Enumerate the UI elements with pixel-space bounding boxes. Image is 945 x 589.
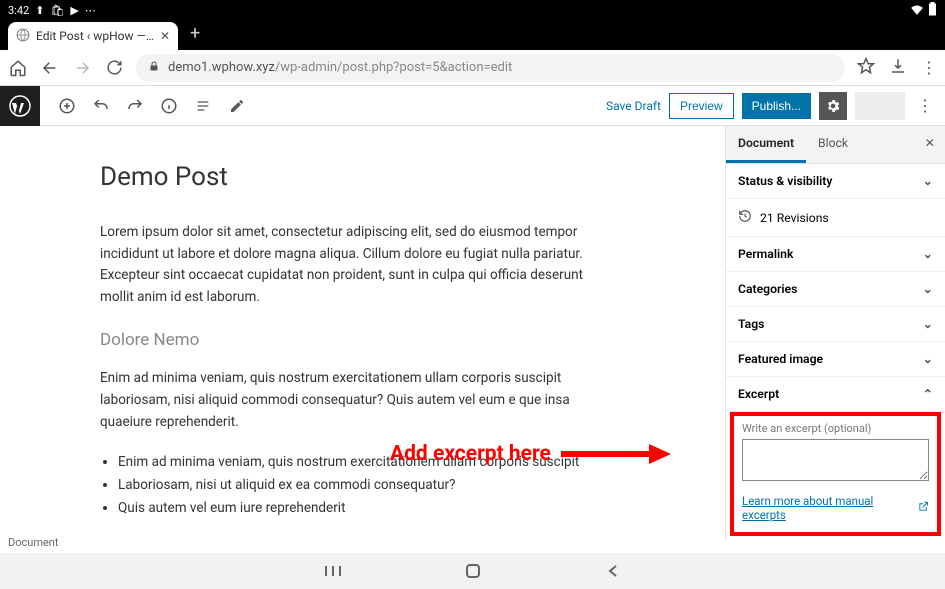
home-icon[interactable]: [8, 58, 28, 78]
kebab-icon[interactable]: ⋮: [921, 58, 937, 77]
back-button[interactable]: [603, 561, 623, 581]
list-block[interactable]: Enim ad minima veniam, quis nostrum exer…: [118, 451, 638, 520]
wp-editor-toolbar: Save Draft Preview Publish... ⋮: [0, 86, 945, 126]
reload-icon[interactable]: [104, 58, 124, 78]
home-button[interactable]: [463, 561, 483, 581]
excerpt-help-link[interactable]: Learn more about manual excerpts: [742, 494, 929, 522]
publish-button[interactable]: Publish...: [742, 93, 811, 119]
revisions-row[interactable]: 21 Revisions: [726, 199, 945, 237]
star-icon[interactable]: [857, 57, 875, 79]
settings-button[interactable]: [819, 92, 847, 120]
post-title[interactable]: Demo Post: [100, 162, 725, 192]
url-text: demo1.wphow.xyz/wp-admin/post.php?post=5…: [168, 60, 512, 75]
add-block-icon[interactable]: [58, 97, 76, 115]
panel-permalink[interactable]: Permalink⌄: [726, 237, 945, 272]
redo-icon[interactable]: [126, 97, 144, 115]
history-icon: [738, 209, 752, 226]
breadcrumb-status[interactable]: Document: [8, 536, 58, 549]
save-draft-button[interactable]: Save Draft: [606, 99, 661, 113]
new-tab-button[interactable]: +: [190, 23, 200, 44]
settings-sidebar: Document Block ✕ Status & visibility ⌄ 2…: [725, 126, 945, 541]
chevron-down-icon: ⌄: [923, 174, 933, 188]
list-item[interactable]: Enim ad minima veniam, quis nostrum exer…: [118, 451, 638, 474]
android-status-bar: 3:42 ⬆ 🛍 ▶ ⋯: [0, 0, 945, 20]
back-icon[interactable]: [40, 58, 60, 78]
chevron-down-icon: ⌄: [923, 247, 933, 261]
editor-canvas[interactable]: Demo Post Lorem ipsum dolor sit amet, co…: [0, 126, 725, 541]
paragraph-block[interactable]: Lorem ipsum dolor sit amet, consectetur …: [100, 222, 620, 308]
tab-block[interactable]: Block: [806, 126, 860, 163]
panel-categories[interactable]: Categories⌄: [726, 272, 945, 307]
preview-button[interactable]: Preview: [669, 93, 734, 119]
close-sidebar-icon[interactable]: ✕: [925, 136, 935, 150]
list-item[interactable]: Laboriosam, nisi ut aliquid ex ea commod…: [118, 474, 638, 497]
user-box[interactable]: [855, 92, 905, 120]
lock-icon: [148, 60, 160, 76]
chevron-down-icon: ⌄: [923, 317, 933, 331]
excerpt-panel-body: Write an excerpt (optional) Learn more a…: [730, 412, 941, 536]
panel-status-visibility[interactable]: Status & visibility ⌄: [726, 164, 945, 199]
tab-document[interactable]: Document: [726, 126, 806, 163]
excerpt-input[interactable]: [742, 439, 929, 481]
browser-tab-strip: Edit Post ‹ wpHow — Wor ✕ +: [0, 20, 945, 50]
undo-icon[interactable]: [92, 97, 110, 115]
browser-toolbar: demo1.wphow.xyz/wp-admin/post.php?post=5…: [0, 50, 945, 86]
heading-block[interactable]: Dolore Nemo: [100, 330, 725, 350]
paragraph-block[interactable]: Enim ad minima veniam, quis nostrum exer…: [100, 368, 620, 433]
chevron-down-icon: ⌄: [923, 352, 933, 366]
external-link-icon: [918, 501, 929, 515]
more-options-icon[interactable]: ⋮: [913, 96, 937, 115]
panel-featured-image[interactable]: Featured image⌄: [726, 342, 945, 377]
outline-icon[interactable]: [194, 97, 212, 115]
list-item[interactable]: Quis autem vel eum iure reprehenderit: [118, 497, 638, 520]
edit-icon[interactable]: [228, 97, 246, 115]
wp-logo-icon[interactable]: [0, 86, 40, 126]
notif-more-icon: ⋯: [85, 4, 96, 17]
wifi-icon: [910, 3, 924, 18]
close-icon[interactable]: ✕: [160, 29, 170, 43]
chevron-up-icon: ⌃: [923, 387, 933, 401]
panel-excerpt[interactable]: Excerpt⌃: [726, 377, 945, 412]
download-icon[interactable]: [889, 57, 907, 79]
notif-icon: ▶: [70, 4, 78, 17]
forward-icon[interactable]: [72, 58, 92, 78]
android-nav-bar: [0, 553, 945, 589]
address-bar[interactable]: demo1.wphow.xyz/wp-admin/post.php?post=5…: [136, 54, 845, 82]
info-icon[interactable]: [160, 97, 178, 115]
revisions-label: 21 Revisions: [760, 211, 829, 225]
chevron-down-icon: ⌄: [923, 282, 933, 296]
battery-icon: [928, 2, 937, 19]
notif-icon: ⬆: [35, 4, 44, 17]
panel-discussion[interactable]: Discussion⌄: [726, 536, 945, 541]
favicon-icon: [16, 28, 30, 45]
status-time: 3:42: [8, 4, 29, 17]
browser-tab[interactable]: Edit Post ‹ wpHow — Wor ✕: [8, 22, 178, 50]
excerpt-field-label: Write an excerpt (optional): [742, 422, 929, 435]
tab-title: Edit Post ‹ wpHow — Wor: [36, 29, 154, 43]
recents-button[interactable]: [323, 561, 343, 581]
panel-tags[interactable]: Tags⌄: [726, 307, 945, 342]
notif-icon: 🛍: [50, 4, 64, 17]
